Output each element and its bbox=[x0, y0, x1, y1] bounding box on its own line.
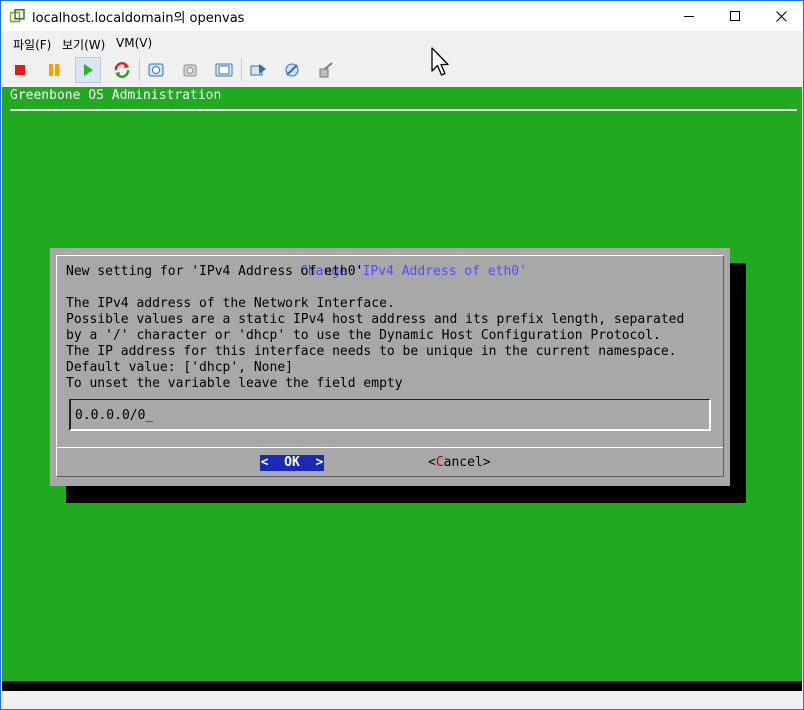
dialog-line-7: Default value: ['dhcp', None] bbox=[66, 360, 293, 375]
cancel-prefix: < bbox=[428, 455, 436, 470]
manage-snapshots-icon bbox=[215, 63, 233, 77]
cancel-rest: ancel> bbox=[443, 455, 491, 470]
mouse-cursor-icon bbox=[431, 47, 449, 76]
close-icon bbox=[775, 10, 787, 22]
snapshot-button[interactable] bbox=[143, 57, 169, 83]
dialog-line-8: To unset the variable leave the field em… bbox=[66, 376, 403, 391]
maximize-button[interactable] bbox=[712, 1, 758, 31]
dialog-line-4: Possible values are a static IPv4 host a… bbox=[66, 312, 685, 327]
send-ctrl-alt-del-icon bbox=[250, 64, 266, 76]
console-header: Greenbone OS Administration bbox=[10, 88, 222, 103]
pause-icon bbox=[49, 64, 59, 76]
pause-button[interactable] bbox=[41, 57, 67, 83]
cancel-button[interactable]: <Cancel> bbox=[428, 455, 491, 471]
button-separator bbox=[57, 447, 723, 448]
play-icon bbox=[84, 64, 93, 76]
vm-console[interactable]: Greenbone OS Administration Change 'IPv4… bbox=[2, 87, 802, 691]
menu-view[interactable]: 보기(W) bbox=[62, 36, 105, 53]
reset-button[interactable] bbox=[109, 57, 135, 83]
send-ctrl-alt-del-button[interactable] bbox=[245, 57, 271, 83]
play-button[interactable] bbox=[75, 57, 101, 83]
manage-snapshots-button[interactable] bbox=[211, 57, 237, 83]
revert-snapshot-button[interactable] bbox=[177, 57, 203, 83]
console-header-rule bbox=[10, 109, 797, 111]
minimize-button[interactable] bbox=[666, 1, 712, 31]
window-title: localhost.localdomain의 openvas bbox=[32, 11, 245, 26]
dialog-line-6: The IP address for this interface needs … bbox=[66, 344, 677, 359]
reset-icon bbox=[114, 62, 130, 78]
cancel-hotkey: C bbox=[435, 455, 444, 470]
snapshot-icon bbox=[148, 63, 164, 77]
minimize-icon bbox=[684, 16, 694, 17]
stop-button[interactable] bbox=[7, 57, 33, 83]
revert-snapshot-icon bbox=[183, 64, 197, 77]
close-button[interactable] bbox=[758, 1, 804, 31]
console-bottom-bar bbox=[2, 681, 802, 691]
menu-vm[interactable]: VM(V) bbox=[116, 36, 152, 50]
ipv4-address-input[interactable]: 0.0.0.0/0_ bbox=[69, 399, 711, 431]
change-setting-dialog: Change 'IPv4 Address of eth0' New settin… bbox=[50, 248, 730, 486]
title-bar[interactable]: localhost.localdomain의 openvas bbox=[1, 1, 803, 31]
menu-file[interactable]: 파일(F) bbox=[13, 36, 51, 53]
menu-bar: 파일(F) 보기(W) VM(V) bbox=[1, 32, 803, 54]
settings-button[interactable] bbox=[279, 57, 305, 83]
maximize-icon bbox=[730, 11, 740, 21]
stop-icon bbox=[15, 65, 25, 75]
ok-button[interactable]: < OK > bbox=[260, 455, 324, 471]
vmware-app-icon bbox=[10, 9, 25, 23]
connect-button[interactable] bbox=[313, 57, 339, 83]
ipv4-address-value: 0.0.0.0/0_ bbox=[75, 408, 154, 423]
connect-icon bbox=[319, 62, 333, 78]
dialog-line-3: The IPv4 address of the Network Interfac… bbox=[66, 296, 395, 311]
toolbar bbox=[1, 54, 803, 86]
dialog-line-1: New setting for 'IPv4 Address of eth0' bbox=[66, 264, 364, 279]
dialog-line-5: by a '/' character or 'dhcp' to use the … bbox=[66, 328, 661, 343]
settings-icon bbox=[285, 63, 299, 77]
